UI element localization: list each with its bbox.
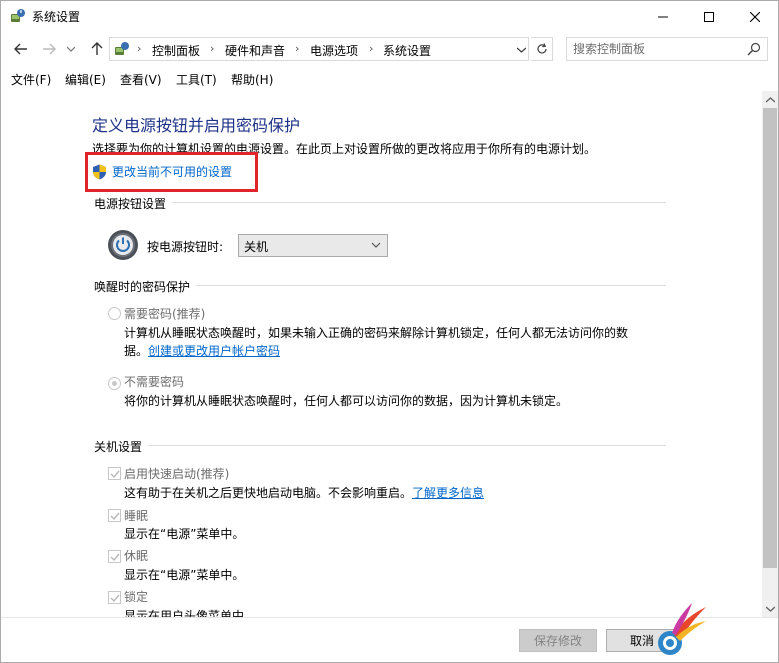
require-password-description-end: 据。	[124, 344, 149, 358]
up-button[interactable]	[87, 38, 107, 60]
menu-file[interactable]: 文件(F)	[11, 71, 51, 88]
power-options-icon	[11, 9, 25, 22]
maximize-icon	[704, 11, 714, 22]
close-button[interactable]	[732, 1, 778, 32]
scroll-down-button[interactable]	[762, 600, 778, 617]
minimize-button[interactable]	[640, 1, 686, 32]
lock-label: 锁定	[124, 590, 149, 604]
chevron-up-icon	[765, 96, 775, 102]
page-title: 定义电源按钮并启用密码保护	[92, 116, 301, 135]
title-bar: 系统设置	[1, 1, 778, 32]
close-icon	[750, 11, 760, 22]
breadcrumb-system-settings[interactable]: 系统设置	[383, 42, 431, 59]
no-password-label: 不需要密码	[124, 375, 185, 389]
hibernate-checkbox	[108, 550, 121, 563]
checkmark-icon	[110, 594, 120, 603]
fast-startup-checkbox	[108, 467, 121, 480]
require-password-label: 需要密码(推荐)	[124, 307, 206, 321]
checkmark-icon	[110, 512, 120, 521]
scroll-up-button[interactable]	[762, 91, 778, 108]
forward-arrow-icon	[43, 43, 56, 55]
up-arrow-icon	[91, 42, 103, 55]
menu-edit[interactable]: 编辑(E)	[65, 71, 106, 88]
lock-description: 显示在用户头像菜单中。	[124, 609, 257, 617]
power-button-icon	[108, 230, 138, 260]
require-password-description: 计算机从睡眠状态唤醒时，如果未输入正确的密码来解除计算机锁定，任何人都无法访问你…	[124, 326, 629, 340]
require-password-radio	[108, 307, 121, 320]
fast-startup-label: 启用快速启动(推荐)	[124, 467, 230, 481]
chevron-down-icon	[67, 46, 75, 52]
highlight-box	[85, 152, 258, 192]
checkmark-icon	[110, 553, 120, 562]
breadcrumb-separator-icon: ›	[369, 42, 374, 55]
menu-bar: 文件(F) 编辑(E) 查看(V) 工具(T) 帮助(H)	[1, 68, 778, 90]
settings-content: 定义电源按钮并启用密码保护 选择要为你的计算机设置的电源设置。在此页上对设置所做…	[1, 91, 762, 617]
hibernate-label: 休眠	[124, 549, 149, 563]
save-changes-button[interactable]: 保存修改	[519, 629, 597, 652]
sleep-description: 显示在“电源”菜单中。	[124, 527, 245, 541]
require-password-description-cont: 据。创建或更改用户帐户密码	[124, 342, 280, 359]
address-bar[interactable]: › 控制面板 › 硬件和声音 › 电源选项 › 系统设置	[109, 37, 529, 61]
breadcrumb-power-options[interactable]: 电源选项	[310, 42, 358, 59]
menu-view[interactable]: 查看(V)	[120, 71, 162, 88]
no-password-description: 将你的计算机从睡眠状态唤醒时，任何人都可以访问你的数据，因为计算机未锁定。	[124, 394, 569, 408]
chevron-down-icon	[765, 606, 775, 612]
checkmark-icon	[110, 470, 120, 479]
forward-button[interactable]	[39, 38, 59, 60]
search-icon[interactable]	[747, 42, 761, 56]
menu-tools[interactable]: 工具(T)	[176, 71, 217, 88]
window-title: 系统设置	[32, 10, 81, 24]
control-panel-icon	[115, 42, 129, 55]
power-button-action-label: 按电源按钮时:	[147, 240, 224, 254]
back-arrow-icon	[14, 43, 27, 55]
power-button-group-label: 电源按钮设置	[94, 195, 173, 212]
learn-more-link[interactable]: 了解更多信息	[412, 486, 484, 500]
system-settings-window: 系统设置 › 控制面板 › 硬件和声音 › 电源选项 › 系统设置 搜索控制面板…	[0, 0, 779, 663]
lock-checkbox	[108, 591, 121, 604]
group-divider	[94, 445, 666, 446]
shutdown-group-label: 关机设置	[94, 438, 149, 455]
create-password-link[interactable]: 创建或更改用户帐户密码	[148, 344, 280, 358]
sleep-label: 睡眠	[124, 509, 149, 523]
breadcrumb-separator-icon: ›	[295, 42, 300, 55]
breadcrumb-hardware-sound[interactable]: 硬件和声音	[225, 42, 285, 59]
no-password-radio	[108, 377, 121, 390]
power-button-action-select: 关机	[238, 234, 388, 257]
refresh-button[interactable]	[531, 37, 553, 61]
chevron-down-icon	[516, 47, 526, 53]
hibernate-description: 显示在“电源”菜单中。	[124, 568, 245, 582]
menu-help[interactable]: 帮助(H)	[231, 71, 273, 88]
sleep-checkbox	[108, 509, 121, 522]
fast-startup-description-text: 这有助于在关机之后更快地启动电脑。不会影响重启。	[124, 486, 413, 500]
watermark-logo-icon	[658, 603, 706, 655]
maximize-button[interactable]	[686, 1, 732, 32]
vertical-scrollbar[interactable]	[762, 91, 778, 617]
breadcrumb-control-panel[interactable]: 控制面板	[152, 42, 200, 59]
refresh-icon	[536, 43, 547, 54]
breadcrumb-separator-icon: ›	[210, 42, 215, 55]
group-divider	[94, 202, 666, 203]
scroll-thumb[interactable]	[763, 108, 777, 568]
wake-password-group-label: 唤醒时的密码保护	[94, 278, 197, 295]
power-button-action-value: 关机	[244, 240, 269, 254]
chevron-down-icon	[371, 242, 381, 248]
breadcrumb-separator-icon: ›	[137, 42, 142, 55]
address-dropdown-button[interactable]	[514, 41, 528, 59]
fast-startup-description: 这有助于在关机之后更快地启动电脑。不会影响重启。了解更多信息	[124, 484, 484, 501]
search-input[interactable]	[573, 41, 743, 57]
minimize-icon	[658, 16, 668, 17]
search-box[interactable]	[566, 37, 768, 61]
recent-locations-button[interactable]	[64, 38, 78, 60]
navigation-bar: › 控制面板 › 硬件和声音 › 电源选项 › 系统设置	[1, 34, 778, 64]
back-button[interactable]	[11, 38, 31, 60]
